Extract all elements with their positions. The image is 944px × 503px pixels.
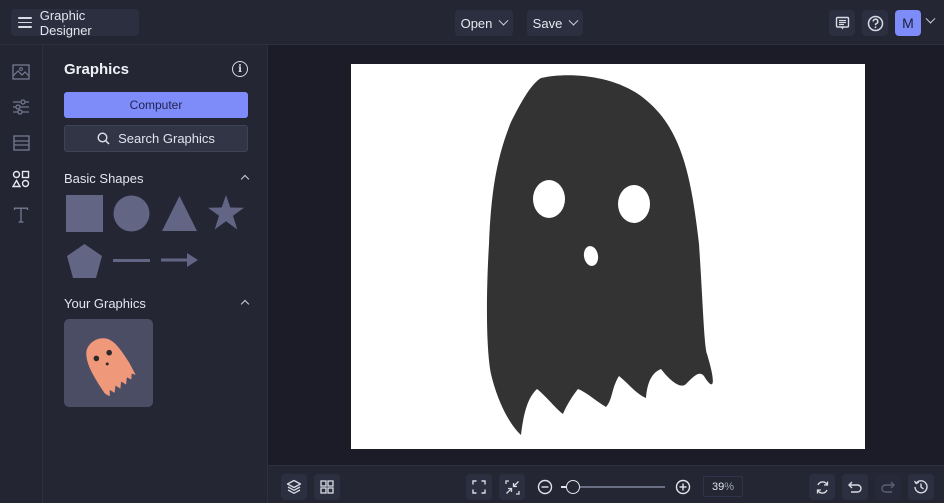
ghost-graphic[interactable] — [351, 64, 865, 449]
your-graphic-ghost-thumbnail[interactable] — [64, 319, 153, 407]
shapes-icon — [12, 170, 30, 188]
shape-circle[interactable] — [113, 195, 150, 232]
collapse-chevron-up-icon — [240, 299, 250, 308]
undo-button[interactable] — [842, 474, 868, 500]
zoom-value: 39 — [711, 480, 725, 493]
layout-icon — [12, 135, 30, 151]
zoom-slider-track[interactable] — [572, 486, 665, 488]
collapse-chevron-up-icon — [240, 174, 250, 183]
reset-button[interactable] — [809, 474, 835, 500]
chevron-down-icon — [568, 15, 579, 26]
shape-arrow[interactable] — [161, 253, 199, 267]
your-graphics-title: Your Graphics — [64, 296, 146, 311]
open-button[interactable]: Open — [455, 10, 513, 36]
feedback-icon — [835, 16, 849, 29]
shape-square[interactable] — [66, 195, 103, 232]
save-label: Save — [532, 15, 563, 31]
zoom-slider-handle[interactable] — [566, 480, 580, 494]
basic-shapes-header[interactable]: Basic Shapes — [64, 171, 250, 186]
account-chevron-down-icon[interactable] — [925, 13, 936, 24]
grid-icon — [320, 480, 334, 494]
history-icon — [913, 480, 928, 494]
grid-view-button[interactable] — [314, 474, 340, 500]
panel-title: Graphics — [64, 61, 130, 78]
layers-button[interactable] — [281, 474, 307, 500]
workspace — [268, 45, 944, 465]
zoom-unit: % — [724, 480, 735, 493]
shape-pentagon[interactable] — [66, 243, 103, 279]
app-menu-button[interactable]: Graphic Designer — [11, 7, 139, 38]
save-button[interactable]: Save — [527, 10, 583, 36]
open-label: Open — [460, 15, 493, 31]
zoom-in-icon[interactable] — [675, 479, 691, 495]
search-graphics-button[interactable]: Search Graphics — [64, 125, 248, 152]
info-icon[interactable]: i — [232, 61, 248, 77]
hamburger-icon — [18, 17, 32, 28]
your-graphics-header[interactable]: Your Graphics — [64, 296, 250, 311]
shrink-button[interactable] — [499, 474, 525, 500]
text-icon — [13, 207, 29, 223]
undo-icon — [848, 481, 862, 493]
zoom-percentage[interactable]: 39% — [703, 476, 743, 497]
shape-line[interactable] — [113, 258, 150, 263]
ghost-left-eye — [533, 180, 565, 218]
ghost-right-eye — [618, 185, 650, 223]
shape-star[interactable] — [207, 194, 245, 231]
fit-to-screen-button[interactable] — [466, 474, 492, 500]
redo-icon — [881, 481, 895, 493]
shape-triangle[interactable] — [161, 195, 198, 232]
search-icon — [97, 132, 110, 145]
design-canvas[interactable] — [351, 64, 865, 449]
bottom-toolbar: 39% — [268, 465, 944, 503]
rail-images[interactable] — [10, 61, 32, 83]
rail-adjustments[interactable] — [10, 96, 32, 118]
history-button[interactable] — [908, 474, 934, 500]
help-icon — [867, 15, 883, 31]
feedback-button[interactable] — [829, 10, 855, 36]
basic-shapes-title: Basic Shapes — [64, 171, 144, 186]
graphics-panel: Graphics i Computer Search Graphics Basi… — [43, 45, 268, 503]
search-graphics-label: Search Graphics — [118, 131, 215, 146]
app-title: Graphic Designer — [39, 7, 92, 38]
adjustments-icon — [13, 99, 29, 115]
user-avatar[interactable]: M — [895, 10, 921, 36]
fullscreen-icon — [472, 480, 486, 494]
ghost-graphic-icon — [85, 338, 136, 396]
image-icon — [12, 64, 30, 80]
tool-rail — [0, 45, 43, 503]
refresh-icon — [816, 480, 828, 494]
computer-upload-button[interactable]: Computer — [64, 92, 248, 118]
layers-icon — [286, 479, 302, 495]
help-button[interactable] — [862, 10, 888, 36]
redo-button[interactable] — [875, 474, 901, 500]
shrink-icon — [504, 479, 520, 495]
zoom-out-icon[interactable] — [537, 479, 553, 495]
rail-graphics[interactable] — [10, 168, 32, 190]
rail-text[interactable] — [10, 204, 32, 226]
ghost-body — [486, 75, 713, 436]
rail-layout[interactable] — [10, 132, 32, 154]
top-bar: Graphic Designer Open Save M — [0, 0, 944, 45]
chevron-down-icon — [498, 15, 509, 26]
